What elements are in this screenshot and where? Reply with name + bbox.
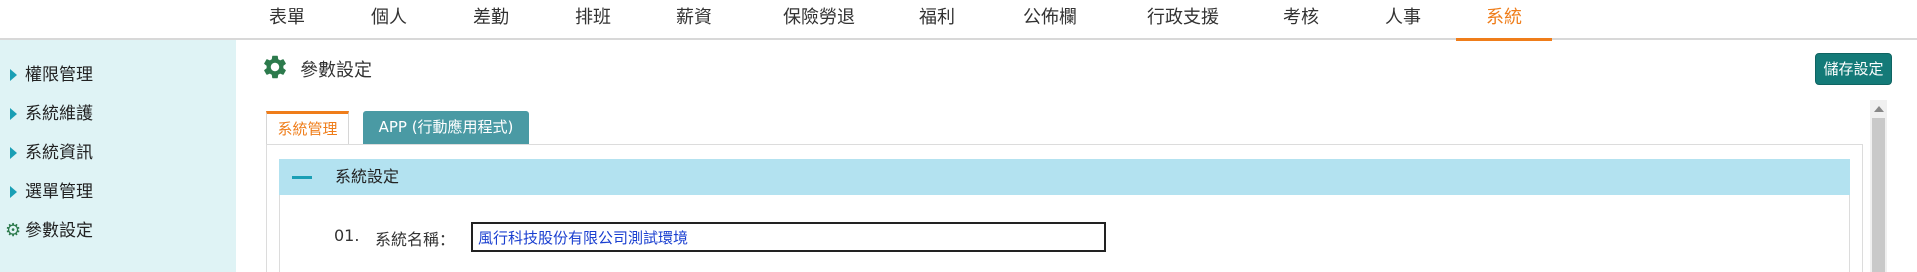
system-name-input[interactable] [471,222,1106,252]
sidebar-item-permissions[interactable]: 權限管理 [0,57,236,93]
nav-forms[interactable]: 表單 [266,0,308,40]
section-title: 系統設定 [335,167,400,186]
sidebar-item-label: 權限管理 [25,65,93,85]
caret-right-icon [10,108,17,120]
gear-icon: ⚙ [5,220,22,241]
sidebar-item-system-info[interactable]: 系統資訊 [0,135,236,171]
scrollbar[interactable] [1870,100,1887,272]
sidebar-item-system-maintenance[interactable]: 系統維護 [0,96,236,132]
nav-attendance[interactable]: 差勤 [470,0,512,40]
nav-system[interactable]: 系統 [1456,0,1552,41]
sidebar-item-parameter-settings[interactable]: ⚙ 參數設定 [0,213,236,249]
sidebar: 權限管理 系統維護 系統資訊 選單管理 ⚙ 參數設定 [0,40,236,272]
sidebar-item-menu-management[interactable]: 選單管理 [0,174,236,210]
nav-hr[interactable]: 人事 [1382,0,1424,40]
gear-icon [264,55,286,79]
field-number: 01. [334,226,360,245]
section-header: 系統設定 [279,159,1850,195]
sidebar-item-label: 系統維護 [25,104,93,124]
tab-system-management[interactable]: 系統管理 [266,111,349,144]
nav-payroll[interactable]: 薪資 [673,0,715,40]
nav-personal[interactable]: 個人 [368,0,410,40]
system-name-label: 系統名稱： [375,230,456,249]
sidebar-item-label: 系統資訊 [25,143,93,163]
save-settings-button[interactable]: 儲存設定 [1815,53,1892,85]
caret-right-icon [10,69,17,81]
collapse-icon[interactable] [292,176,312,179]
nav-admin-support[interactable]: 行政支援 [1140,0,1226,40]
page-title: 參數設定 [300,60,372,81]
nav-scheduling[interactable]: 排班 [572,0,614,40]
nav-assessment[interactable]: 考核 [1280,0,1322,40]
caret-right-icon [10,186,17,198]
scroll-thumb[interactable] [1872,118,1885,272]
nav-bulletin[interactable]: 公佈欄 [1018,0,1082,40]
nav-insurance-pension[interactable]: 保險勞退 [776,0,862,40]
tab-app[interactable]: APP (行動應用程式) [363,111,529,144]
caret-right-icon [10,147,17,159]
top-navigation: 表單 個人 差勤 排班 薪資 保險勞退 福利 公佈欄 行政支援 考核 人事 系統 [0,0,1917,41]
nav-benefits[interactable]: 福利 [916,0,958,40]
scroll-up-arrow-icon[interactable] [1874,106,1884,112]
sidebar-item-label: 選單管理 [25,182,93,202]
sidebar-item-label: 參數設定 [25,221,93,241]
